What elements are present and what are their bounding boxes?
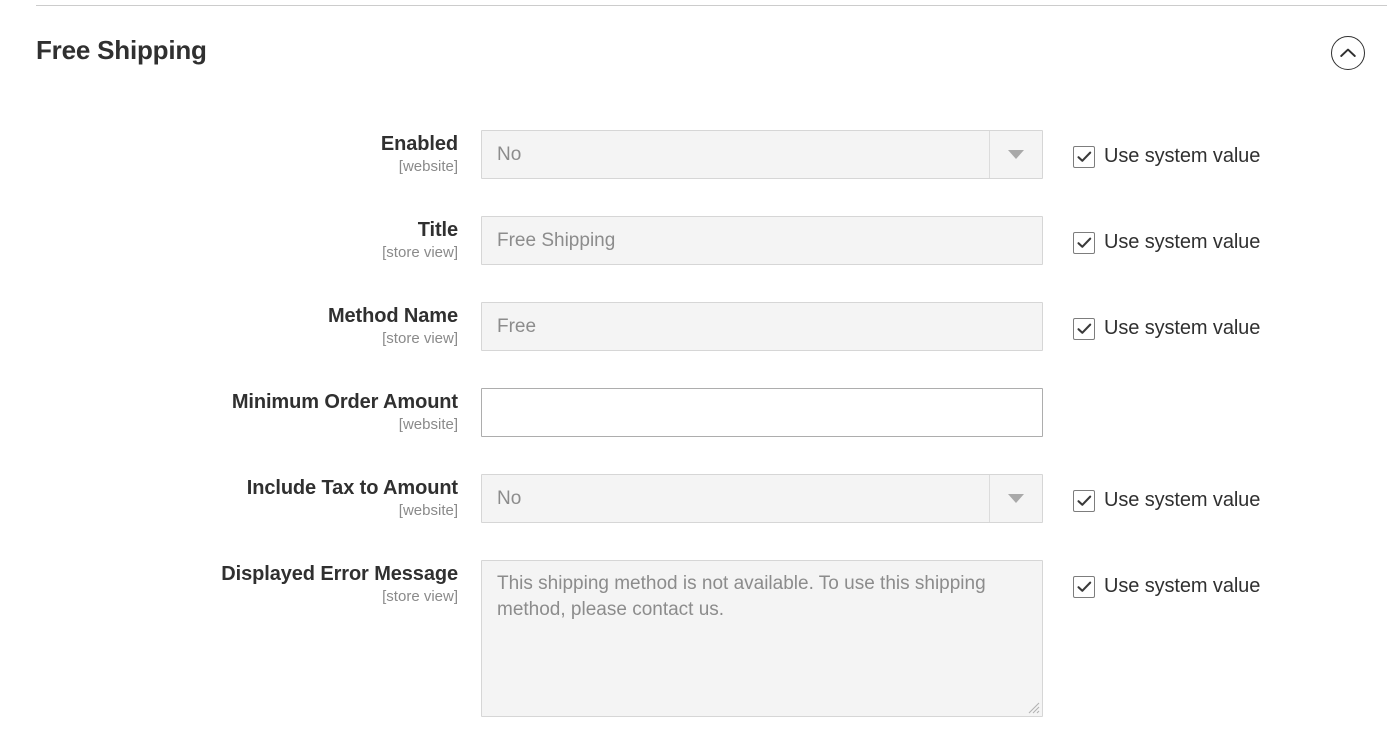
use-system-value-checkbox[interactable] xyxy=(1073,231,1095,254)
field-label: Title xyxy=(417,219,458,241)
use-system-value-checkbox[interactable] xyxy=(1073,489,1095,512)
use-system-value-checkbox[interactable] xyxy=(1073,145,1095,168)
field-scope: [website] xyxy=(398,158,458,175)
field-label: Minimum Order Amount xyxy=(231,391,458,413)
field-scope: [store view] xyxy=(382,244,458,261)
form-row-minimum-order-amount: Minimum Order Amount [website] xyxy=(0,370,1400,456)
section-divider xyxy=(36,5,1387,6)
select-value: No xyxy=(497,144,522,165)
use-system-value-label: Use system value xyxy=(1104,489,1261,511)
select-enabled[interactable]: No xyxy=(481,130,1043,179)
field-control xyxy=(481,560,1043,717)
field-label-group: Enabled [website] xyxy=(0,132,458,176)
field-scope: [website] xyxy=(398,502,458,519)
checkmark-icon xyxy=(1076,495,1092,507)
field-label: Method Name xyxy=(327,305,458,327)
input-minimum-order-amount[interactable] xyxy=(481,388,1043,437)
use-system-value-label: Use system value xyxy=(1104,575,1261,597)
field-control xyxy=(481,388,1043,437)
textarea-displayed-error-message[interactable] xyxy=(481,560,1043,717)
field-label-group: Method Name [store view] xyxy=(0,304,458,348)
use-system-value-checkbox[interactable] xyxy=(1073,575,1095,598)
form-row-displayed-error-message: Displayed Error Message [store view] Use s… xyxy=(0,542,1400,717)
field-control: No xyxy=(481,130,1043,179)
field-control: No xyxy=(481,474,1043,523)
checkmark-icon xyxy=(1076,323,1092,335)
use-system-value-label: Use system value xyxy=(1104,231,1261,253)
use-system-value-label: Use system value xyxy=(1104,145,1261,167)
field-control xyxy=(481,302,1043,351)
field-scope: [store view] xyxy=(382,330,458,347)
use-system-value-method-name[interactable]: Use system value xyxy=(1073,317,1260,340)
field-label: Include Tax to Amount xyxy=(246,477,458,499)
textarea-wrap xyxy=(481,560,1043,717)
use-system-value-checkbox[interactable] xyxy=(1073,317,1095,340)
use-system-value-label: Use system value xyxy=(1104,317,1261,339)
form-row-title: Title [store view] Use system value xyxy=(0,198,1400,284)
form-row-method-name: Method Name [store view] Use system value xyxy=(0,284,1400,370)
collapse-section-button[interactable] xyxy=(1331,36,1365,70)
form-row-include-tax-to-amount: Include Tax to Amount [website] No Use syst… xyxy=(0,456,1400,542)
field-label-group: Include Tax to Amount [website] xyxy=(0,476,458,520)
select-value: No xyxy=(497,488,522,509)
field-control xyxy=(481,216,1043,265)
chevron-down-icon[interactable] xyxy=(989,475,1042,522)
page-title: Free Shipping xyxy=(36,35,207,65)
chevron-down-icon[interactable] xyxy=(989,131,1042,178)
field-label-group: Displayed Error Message [store view] xyxy=(0,562,458,606)
input-method-name[interactable] xyxy=(481,302,1043,351)
use-system-value-title[interactable]: Use system value xyxy=(1073,231,1260,254)
field-label: Displayed Error Message xyxy=(221,563,458,585)
checkmark-icon xyxy=(1076,151,1092,163)
field-label: Enabled xyxy=(380,133,458,155)
field-scope: [website] xyxy=(398,416,458,433)
field-scope: [store view] xyxy=(382,588,458,605)
field-label-group: Title [store view] xyxy=(0,218,458,262)
chevron-up-icon xyxy=(1340,48,1356,58)
use-system-value-include-tax-to-amount[interactable]: Use system value xyxy=(1073,489,1260,512)
section-header: Free Shipping xyxy=(0,22,1400,78)
use-system-value-displayed-error-message[interactable]: Use system value xyxy=(1073,575,1260,598)
checkmark-icon xyxy=(1076,581,1092,593)
checkmark-icon xyxy=(1076,237,1092,249)
field-label-group: Minimum Order Amount [website] xyxy=(0,390,458,434)
form-row-enabled: Enabled [website] No Use system value xyxy=(0,112,1400,198)
input-title[interactable] xyxy=(481,216,1043,265)
use-system-value-enabled[interactable]: Use system value xyxy=(1073,145,1260,168)
select-include-tax-to-amount[interactable]: No xyxy=(481,474,1043,523)
free-shipping-form: Enabled [website] No Use system value Title [… xyxy=(0,112,1400,717)
